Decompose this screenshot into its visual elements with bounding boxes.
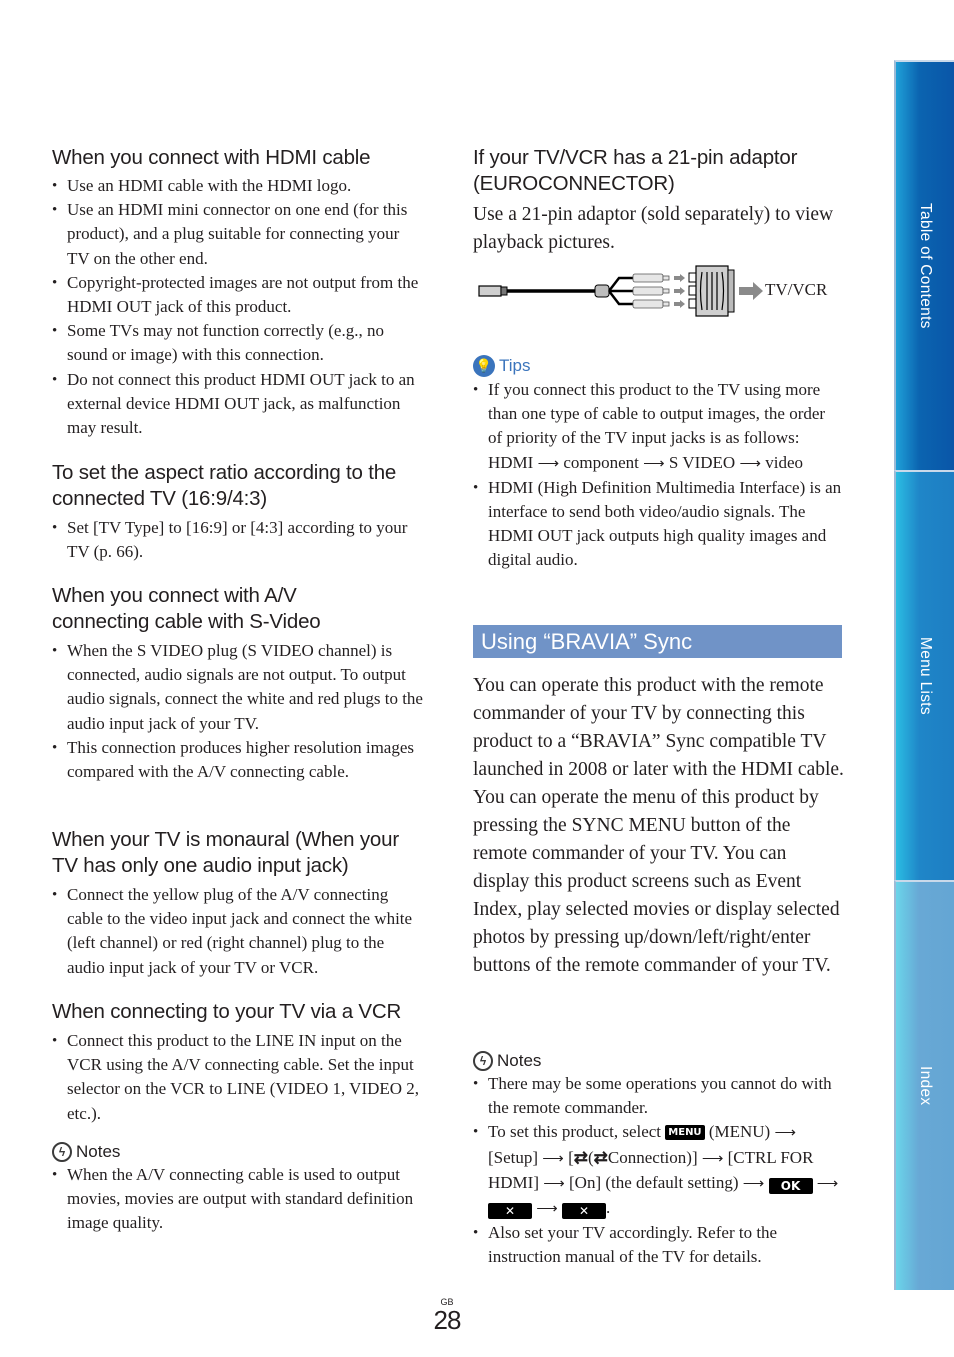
section-heading: If your TV/VCR has a 21-pin adaptor (EUR… (473, 146, 798, 195)
list-item: If you connect this product to the TV us… (473, 378, 843, 476)
tab-table-of-contents[interactable]: Table of Contents (894, 60, 954, 470)
bravia-paragraph-1: You can operate this product with the re… (473, 675, 844, 780)
arrow-icon: ⟶ (701, 1150, 724, 1167)
section-vcr: When connecting to your TV via a VCR Con… (52, 999, 424, 1126)
arrow-icon: ⟶ (774, 1125, 796, 1142)
section-euroconnector: If your TV/VCR has a 21-pin adaptor (EUR… (473, 145, 843, 257)
bravia-paragraph-2: You can operate the menu of this product… (473, 787, 840, 976)
list-item: This connection produces higher resoluti… (52, 736, 424, 784)
list-item: Connect this product to the LINE IN inpu… (52, 1029, 424, 1126)
arrow-icon: ⟶ (536, 1201, 558, 1218)
connection-icon: ⇄ (593, 1147, 608, 1167)
list-item: Copyright-protected images are not outpu… (52, 271, 424, 319)
notes-label: Notes (76, 1142, 121, 1161)
menu-key-icon: MENU (665, 1125, 705, 1141)
note-text: (MENU) (708, 1122, 771, 1142)
section-hdmi: When you connect with HDMI cable Use an … (52, 145, 424, 440)
section-heading: When you connect with A/V connecting cab… (52, 584, 321, 633)
bravia-body: You can operate this product with the re… (473, 672, 845, 980)
tab-label: Table of Contents (917, 203, 934, 329)
list-item: Set [TV Type] to [16:9] or [4:3] accordi… (52, 516, 424, 564)
arrow-icon: ⟶ (543, 1175, 565, 1192)
note-text: . (606, 1198, 611, 1218)
tab-index[interactable]: Index (894, 880, 954, 1290)
page-number-value: 28 (433, 1305, 462, 1335)
arrow-icon: ⟶ (643, 455, 665, 472)
notes-lightning-icon: ϟ (52, 1142, 72, 1162)
tv-vcr-label: TV/VCR (765, 280, 828, 299)
list-item: Also set your TV accordingly. Refer to t… (473, 1221, 845, 1269)
priority-item: video (765, 452, 803, 472)
notes-right: ϟ Notes There may be some operations you… (473, 1051, 845, 1270)
list-item: Connect the yellow plug of the A/V conne… (52, 883, 424, 980)
section-heading: When you connect with HDMI cable (52, 146, 371, 169)
euro-body: Use a 21-pin adaptor (sold separately) t… (473, 204, 834, 253)
priority-item: S VIDEO (668, 452, 736, 472)
close-button-icon: ✕ (562, 1203, 607, 1220)
euroconnector-diagram: TV/VCR (477, 264, 847, 320)
section-monaural: When your TV is monaural (When your TV h… (52, 827, 424, 980)
list-item: To set this product, select MENU (MENU) … (473, 1120, 845, 1221)
arrow-icon: ⟶ (739, 455, 761, 472)
section-svideo: When you connect with A/V connecting cab… (52, 583, 424, 784)
tab-label: Index (917, 1066, 934, 1106)
arrow-icon: ⟶ (537, 455, 560, 472)
connection-icon: ⇄ (573, 1147, 588, 1167)
arrow-icon: ⟶ (542, 1150, 564, 1167)
notes-header: ϟ Notes (473, 1051, 845, 1071)
section-heading: When connecting to your TV via a VCR (52, 1000, 402, 1023)
section-aspect-ratio: To set the aspect ratio according to the… (52, 460, 424, 564)
list-item: When the S VIDEO plug (S VIDEO channel) … (52, 639, 424, 736)
tips-label: Tips (499, 356, 531, 375)
priority-item: component (563, 452, 639, 472)
list-item: Use an HDMI mini connector on one end (f… (52, 198, 424, 271)
page-number: GB 28 (430, 1297, 464, 1334)
cable-adaptor-illustration (478, 265, 763, 317)
tips-lightbulb-icon: 💡 (473, 355, 495, 377)
tab-label: Menu Lists (917, 637, 934, 715)
tips-section: 💡 Tips If you connect this product to th… (473, 355, 843, 573)
arrow-icon: ⟶ (816, 1175, 839, 1192)
list-item: HDMI (High Definition Multimedia Interfa… (473, 476, 843, 573)
note-text: To set this product, select (488, 1122, 662, 1142)
notes-left: ϟ Notes When the A/V connecting cable is… (52, 1142, 424, 1236)
section-heading: To set the aspect ratio according to the… (52, 461, 397, 510)
close-button-icon: ✕ (488, 1203, 532, 1220)
notes-label: Notes (497, 1051, 542, 1070)
notes-lightning-icon: ϟ (473, 1051, 493, 1071)
note-text: [On] (the default setting) (569, 1172, 739, 1192)
list-item: Use an HDMI cable with the HDMI logo. (52, 174, 424, 198)
tips-header: 💡 Tips (473, 355, 843, 377)
bravia-sync-title: Using “BRAVIA” Sync (481, 629, 693, 654)
tab-menu-lists[interactable]: Menu Lists (894, 470, 954, 880)
note-text: Connection)] (607, 1147, 698, 1167)
list-item: Do not connect this product HDMI OUT jac… (52, 368, 424, 441)
list-item: Some TVs may not function correctly (e.g… (52, 319, 424, 367)
bravia-sync-banner: Using “BRAVIA” Sync (473, 625, 842, 658)
ok-button-icon: OK (768, 1177, 813, 1194)
priority-item: HDMI (488, 452, 534, 472)
note-text: [Setup] (488, 1147, 539, 1167)
list-item: When the A/V connecting cable is used to… (52, 1163, 424, 1236)
arrow-icon: ⟶ (742, 1175, 765, 1192)
notes-header: ϟ Notes (52, 1142, 424, 1162)
tips-text: If you connect this product to the TV us… (488, 380, 826, 448)
section-heading: When your TV is monaural (When your TV h… (52, 828, 399, 877)
list-item: There may be some operations you cannot … (473, 1072, 845, 1120)
